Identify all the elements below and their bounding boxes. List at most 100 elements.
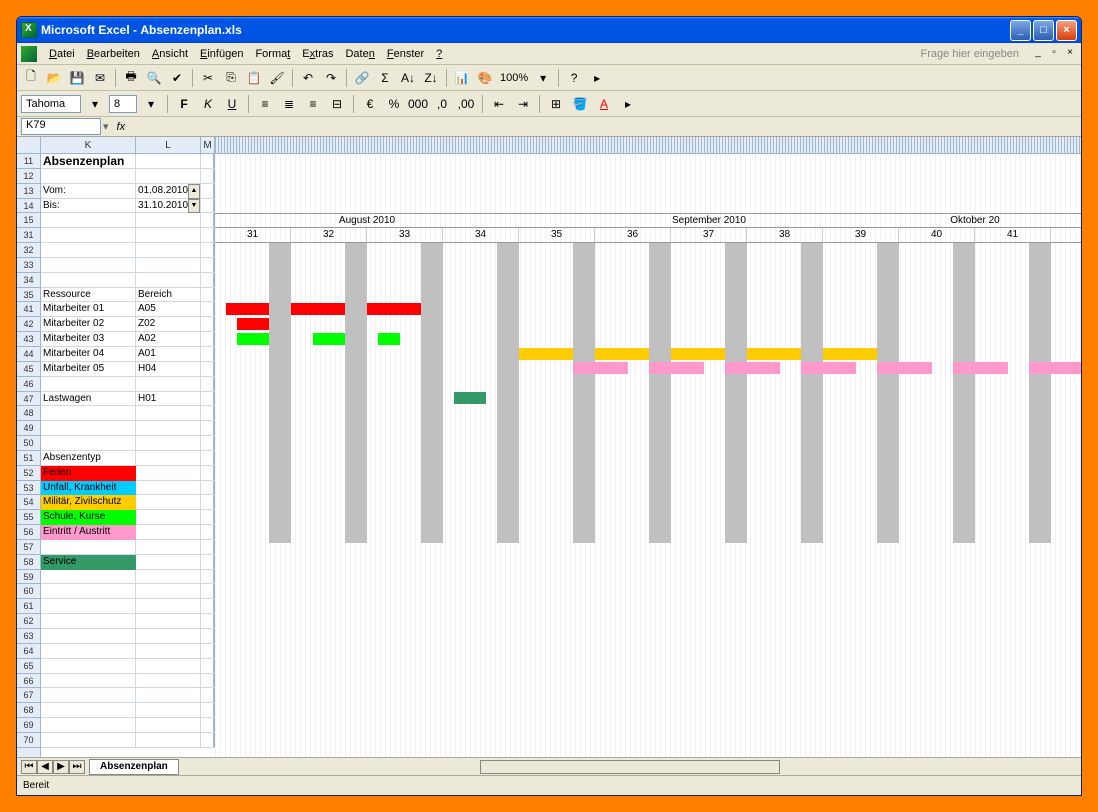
undo-icon[interactable]: ↶ [298, 68, 318, 88]
row-header-43[interactable]: 43 [17, 332, 40, 347]
row-header-69[interactable]: 69 [17, 718, 40, 733]
close-button[interactable]: × [1056, 20, 1077, 41]
tab-prev-icon[interactable]: ◀ [37, 760, 53, 774]
gantt-bar[interactable] [953, 362, 1007, 374]
wb-restore[interactable]: ▫ [1047, 47, 1061, 61]
cell[interactable] [136, 258, 201, 272]
cell[interactable]: A02 [136, 332, 201, 346]
tab-first-icon[interactable]: ⏮ [21, 760, 37, 774]
row-header-66[interactable]: 66 [17, 674, 40, 689]
row-header-68[interactable]: 68 [17, 703, 40, 718]
align-right-icon[interactable]: ≡ [303, 94, 323, 114]
cell[interactable] [41, 584, 136, 598]
gantt-bar[interactable] [747, 348, 801, 360]
cell[interactable]: Mitarbeiter 04 [41, 347, 136, 361]
italic-button[interactable]: K [198, 94, 218, 114]
cell[interactable] [136, 525, 201, 539]
gantt-bar[interactable] [237, 318, 270, 330]
zoom-dropdown-icon[interactable]: ▾ [533, 68, 553, 88]
cell[interactable]: Absenzenplan [41, 154, 136, 168]
workbook-icon[interactable] [21, 46, 37, 62]
cell[interactable] [136, 674, 201, 688]
row-header-46[interactable]: 46 [17, 377, 40, 392]
cell[interactable] [136, 377, 201, 391]
gantt-bar[interactable] [573, 362, 627, 374]
row-header-47[interactable]: 47 [17, 392, 40, 407]
thousands-icon[interactable]: 000 [408, 94, 428, 114]
cell[interactable] [136, 629, 201, 643]
date-spinner[interactable]: ▲ [188, 184, 200, 199]
cell[interactable]: Mitarbeiter 05 [41, 362, 136, 376]
gantt-bar[interactable] [519, 348, 573, 360]
cell[interactable] [136, 688, 201, 702]
cut-icon[interactable]: ✂ [198, 68, 218, 88]
cell[interactable] [136, 703, 201, 717]
cell[interactable] [41, 540, 136, 554]
row-header-35[interactable]: 35 [17, 288, 40, 303]
row-header-55[interactable]: 55 [17, 510, 40, 525]
cell[interactable] [41, 629, 136, 643]
cell[interactable]: 31.10.2010▼ [136, 199, 201, 213]
select-all-corner[interactable] [17, 137, 41, 153]
cell[interactable]: A01 [136, 347, 201, 361]
row-header-70[interactable]: 70 [17, 733, 40, 748]
maximize-button[interactable]: □ [1033, 20, 1054, 41]
indent-dec-icon[interactable]: ⇤ [489, 94, 509, 114]
font-color-icon[interactable]: A [594, 94, 614, 114]
menu-fenster[interactable]: Fenster [381, 46, 430, 62]
row-header-62[interactable]: 62 [17, 614, 40, 629]
gantt-bar[interactable] [1029, 362, 1081, 374]
row-header-49[interactable]: 49 [17, 421, 40, 436]
cell[interactable] [136, 421, 201, 435]
cell[interactable] [41, 213, 136, 227]
save-icon[interactable]: 💾 [67, 68, 87, 88]
cell[interactable]: Vom: [41, 184, 136, 198]
name-box[interactable]: K79 [21, 118, 101, 135]
row-header-41[interactable]: 41 [17, 302, 40, 317]
help-icon[interactable]: ? [564, 68, 584, 88]
col-header-K[interactable]: K [41, 137, 136, 153]
paste-icon[interactable]: 📋 [244, 68, 264, 88]
row-headers[interactable]: 1112131415313233343541424344454647484950… [17, 154, 41, 757]
menu-einfuegen[interactable]: Einfügen [194, 46, 249, 62]
cell[interactable] [136, 169, 201, 183]
cell[interactable] [136, 154, 201, 168]
cell[interactable] [41, 659, 136, 673]
gantt-bar[interactable] [725, 362, 779, 374]
gantt-bar[interactable] [237, 333, 270, 345]
cell[interactable]: 01.08.2010▲ [136, 184, 201, 198]
row-header-67[interactable]: 67 [17, 688, 40, 703]
help-prompt[interactable]: Frage hier eingeben [921, 48, 1025, 60]
cell[interactable] [41, 570, 136, 584]
gantt-bar[interactable] [226, 303, 269, 315]
cell[interactable] [41, 644, 136, 658]
cell[interactable] [41, 703, 136, 717]
align-left-icon[interactable]: ≡ [255, 94, 275, 114]
cell[interactable]: Mitarbeiter 03 [41, 332, 136, 346]
cell[interactable]: Ferien [41, 466, 136, 480]
cell[interactable] [41, 718, 136, 732]
frozen-columns[interactable]: AbsenzenplanVom:01.08.2010▲Bis:31.10.201… [41, 154, 215, 757]
cell[interactable] [41, 421, 136, 435]
cell[interactable] [41, 733, 136, 747]
row-header-15[interactable]: 15 [17, 213, 40, 228]
hyperlink-icon[interactable]: 🔗 [352, 68, 372, 88]
gantt-bar[interactable] [671, 348, 725, 360]
row-header-50[interactable]: 50 [17, 436, 40, 451]
row-header-54[interactable]: 54 [17, 495, 40, 510]
cell[interactable] [136, 614, 201, 628]
cell[interactable] [136, 510, 201, 524]
menu-extras[interactable]: Extras [296, 46, 339, 62]
row-header-45[interactable]: 45 [17, 362, 40, 377]
row-header-51[interactable]: 51 [17, 451, 40, 466]
underline-button[interactable]: U [222, 94, 242, 114]
col-headers-narrow[interactable] [215, 137, 1081, 153]
cell[interactable] [41, 436, 136, 450]
cell[interactable] [41, 169, 136, 183]
font-dropdown-icon[interactable]: ▾ [85, 94, 105, 114]
gantt-bar[interactable] [649, 362, 703, 374]
open-icon[interactable]: 📂 [44, 68, 64, 88]
row-header-57[interactable]: 57 [17, 540, 40, 555]
cell[interactable] [136, 495, 201, 509]
cell[interactable] [136, 555, 201, 569]
